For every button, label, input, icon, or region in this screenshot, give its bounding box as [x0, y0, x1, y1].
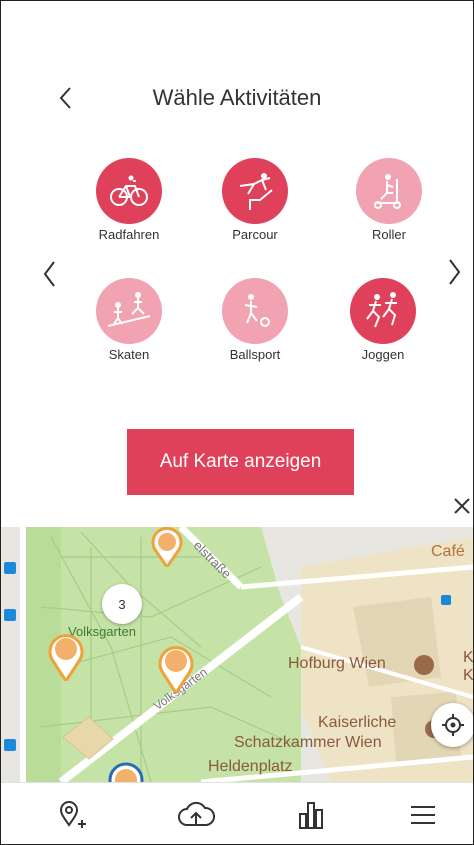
map-pin-skate[interactable]	[148, 527, 186, 567]
activity-roller[interactable]: Roller	[334, 158, 444, 242]
map-label-edge-k2: K	[463, 667, 473, 684]
ball-sport-icon	[244, 294, 270, 327]
hamburger-menu-icon	[411, 806, 435, 824]
bottom-navigation	[1, 782, 473, 844]
locate-me-button[interactable]	[431, 703, 473, 747]
upload-button[interactable]	[176, 795, 216, 835]
close-icon[interactable]	[452, 496, 472, 516]
map-label-edge-k1: K	[463, 649, 473, 666]
crosshair-icon	[442, 714, 464, 736]
activity-circle	[350, 278, 416, 344]
activity-circle	[96, 158, 162, 224]
header: Wähle Aktivitäten	[1, 79, 473, 119]
activity-joggen[interactable]: Joggen	[328, 278, 438, 362]
parkour-icon	[239, 173, 273, 210]
activity-label: Parcour	[232, 227, 278, 242]
map-label-kaiserliche-2: Schatzkammer Wien	[234, 734, 382, 751]
map-view[interactable]: elstraße Volksgarten Volksgarten Hofburg…	[1, 527, 473, 782]
activity-circle	[96, 278, 162, 344]
activity-radfahren[interactable]: Radfahren	[74, 158, 184, 242]
activity-label: Joggen	[361, 347, 405, 362]
activity-circle	[222, 158, 288, 224]
activity-circle	[222, 278, 288, 344]
activity-label: Radfahren	[98, 227, 160, 242]
cloud-upload-icon	[178, 801, 215, 826]
cluster-count: 3	[118, 596, 126, 612]
activity-label: Skaten	[108, 347, 150, 362]
activity-circle	[356, 158, 422, 224]
menu-button[interactable]	[403, 795, 443, 835]
map-label-kaiserliche-1: Kaiserliche	[318, 714, 397, 731]
museum-poi-icon[interactable]	[414, 655, 434, 675]
map-pin-skate-3[interactable]	[156, 643, 196, 693]
scooter-icon	[374, 174, 401, 209]
running-icon	[366, 292, 397, 328]
activity-label: Roller	[372, 227, 406, 242]
app-screen: Wähle Aktivitäten Radfahren Parcour Roll…	[0, 0, 474, 845]
map-label-hofburg: Hofburg Wien	[288, 655, 386, 672]
activity-label: Ballsport	[229, 347, 281, 362]
show-on-map-button[interactable]: Auf Karte anzeigen	[127, 429, 354, 495]
skateboard-icon	[107, 292, 151, 327]
add-location-button[interactable]	[53, 795, 93, 835]
activity-parcour[interactable]: Parcour	[200, 158, 310, 242]
cluster-marker[interactable]: 3	[102, 584, 142, 624]
map-label-heldenplatz: Heldenplatz	[208, 758, 293, 775]
activity-skaten[interactable]: Skaten	[74, 278, 184, 362]
previous-chevron-icon[interactable]	[39, 259, 61, 289]
map-pin-bike[interactable]	[106, 760, 146, 782]
add-location-icon	[59, 801, 86, 828]
bar-chart-icon	[299, 802, 323, 829]
activity-ballsport[interactable]: Ballsport	[200, 278, 310, 362]
next-chevron-icon[interactable]	[443, 257, 465, 287]
page-title: Wähle Aktivitäten	[152, 85, 322, 110]
statistics-button[interactable]	[291, 795, 331, 835]
map-label-cafe: Café	[431, 543, 465, 560]
bicycle-icon	[110, 175, 148, 206]
map-pin-skate-2[interactable]	[46, 631, 86, 681]
